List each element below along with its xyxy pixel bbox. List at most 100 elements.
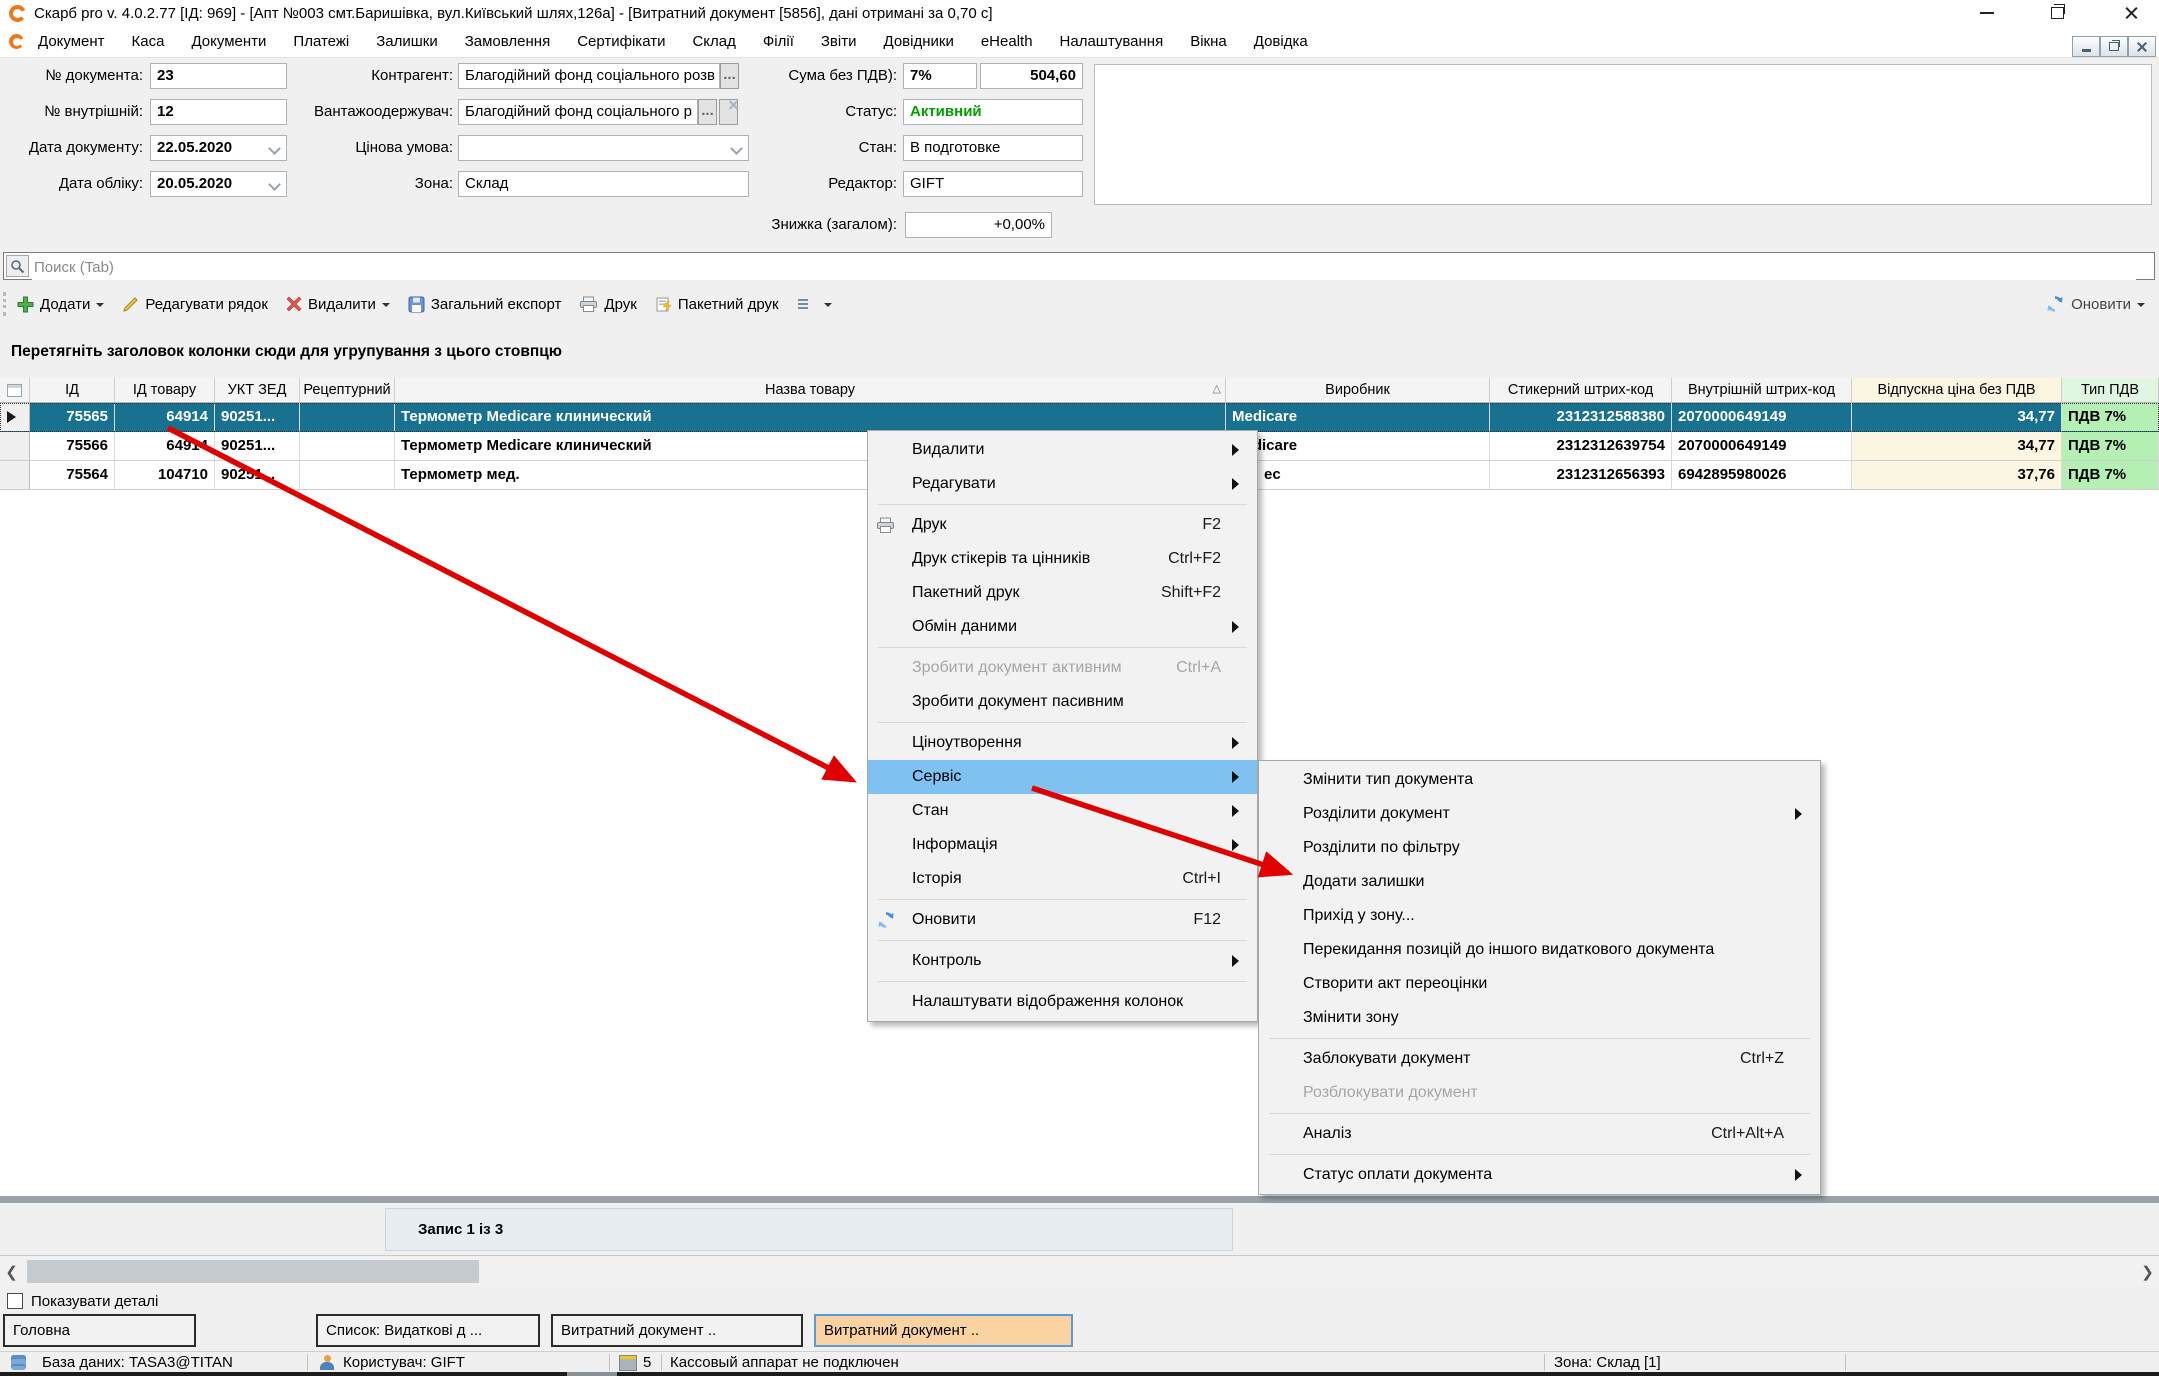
context-menu-item-12[interactable]: Ціноутворення: [868, 726, 1257, 760]
menubar-item-5[interactable]: Залишки: [376, 33, 438, 50]
submenu-item-13[interactable]: АналізCtrl+Alt+A: [1259, 1117, 1820, 1151]
internal-number-field[interactable]: 12: [150, 99, 287, 125]
submenu-item-4[interactable]: Додати залишки: [1259, 865, 1820, 899]
minimize-button[interactable]: [1972, 0, 2002, 26]
show-details-checkbox[interactable]: [7, 1293, 23, 1309]
toolbar-grip[interactable]: [3, 292, 9, 316]
column-header-9[interactable]: Відпускна ціна без ПДВ: [1852, 378, 2062, 403]
mdi-close-button[interactable]: [2128, 36, 2156, 57]
consignee-field[interactable]: Благодійний фонд соціального р: [458, 99, 698, 125]
tab-3[interactable]: Витратний документ ..: [551, 1314, 803, 1347]
delete-button[interactable]: Видалити: [286, 296, 390, 313]
context-menu-item-15[interactable]: Інформація: [868, 828, 1257, 862]
context-menu-separator: [878, 940, 1247, 941]
table-row-1[interactable]: 755656491490251...Термометр Medicare кли…: [0, 403, 2159, 432]
print-button[interactable]: Друк: [579, 296, 636, 313]
menubar-item-11[interactable]: Довідники: [884, 33, 954, 50]
scroll-left-arrow[interactable]: ❮: [0, 1257, 23, 1286]
discount-field[interactable]: +0,00%: [905, 212, 1052, 238]
scrollbar-thumb[interactable]: [27, 1260, 479, 1283]
menubar-item-3[interactable]: Документи: [191, 33, 266, 50]
search-input[interactable]: [32, 254, 2136, 280]
submenu-item-15[interactable]: Статус оплати документа: [1259, 1158, 1820, 1192]
column-header-5[interactable]: Назва товару△: [395, 378, 1226, 403]
submenu-item-7[interactable]: Створити акт переоцінки: [1259, 967, 1820, 1001]
list-options-button[interactable]: [797, 297, 832, 311]
column-header-1[interactable]: ІД: [30, 378, 115, 403]
column-header-7[interactable]: Стикерний штрих-код: [1490, 378, 1672, 403]
batch-print-button[interactable]: Пакетний друк: [655, 296, 779, 313]
restore-button[interactable]: [2042, 0, 2072, 26]
cell-name: Термометр Medicare клинический: [395, 403, 1226, 432]
menubar-item-15[interactable]: Довідка: [1254, 33, 1308, 50]
context-menu-item-4[interactable]: ДрукF2: [868, 508, 1257, 542]
column-header-4[interactable]: Рецептурний: [300, 378, 395, 403]
doc-date-field[interactable]: 22.05.2020: [150, 135, 287, 161]
context-menu-item-18[interactable]: ОновитиF12: [868, 903, 1257, 937]
column-header-2[interactable]: ІД товару: [115, 378, 215, 403]
menubar-item-2[interactable]: Каса: [132, 33, 165, 50]
menubar-item-13[interactable]: Налаштування: [1060, 33, 1164, 50]
context-menu-item-16[interactable]: ІсторіяCtrl+I: [868, 862, 1257, 896]
contractor-field[interactable]: Благодійний фонд соціального розв: [458, 63, 720, 89]
tab-4[interactable]: Витратний документ ..: [814, 1314, 1073, 1347]
submenu-separator: [1269, 1038, 1810, 1039]
chevron-down-icon[interactable]: [268, 142, 281, 155]
context-menu-separator: [878, 981, 1247, 982]
submenu-item-10[interactable]: Заблокувати документCtrl+Z: [1259, 1042, 1820, 1076]
submenu-item-1[interactable]: Змінити тип документа: [1259, 763, 1820, 797]
export-icon: [408, 296, 425, 313]
menubar-item-9[interactable]: Філії: [763, 33, 794, 50]
search-icon[interactable]: [6, 255, 29, 277]
column-header-8[interactable]: Внутрішній штрих-код: [1672, 378, 1852, 403]
menubar-item-12[interactable]: eHealth: [981, 33, 1033, 50]
mdi-restore-button[interactable]: [2100, 36, 2128, 57]
export-button[interactable]: Загальний експорт: [408, 296, 562, 313]
submenu-item-2[interactable]: Розділити документ: [1259, 797, 1820, 831]
menubar-item-4[interactable]: Платежі: [293, 33, 349, 50]
edit-row-button[interactable]: Редагувати рядок: [122, 296, 268, 313]
submenu-arrow-icon: [1232, 771, 1245, 783]
menubar-item-7[interactable]: Сертифікати: [577, 33, 665, 50]
context-menu-item-2[interactable]: Редагувати: [868, 467, 1257, 501]
cell-internal_barcode: 2070000649149: [1672, 432, 1852, 461]
chevron-down-icon[interactable]: [268, 178, 281, 191]
panel-splitter[interactable]: [0, 1196, 2159, 1203]
column-header-3[interactable]: УКТ ЗЕД: [215, 378, 300, 403]
context-menu-item-10[interactable]: Зробити документ пасивним: [868, 685, 1257, 719]
column-header-indicator[interactable]: [0, 378, 30, 403]
context-menu-item-14[interactable]: Стан: [868, 794, 1257, 828]
column-header-10[interactable]: Тип ПДВ: [2062, 378, 2159, 403]
cell-internal_barcode: 6942895980026: [1672, 461, 1852, 490]
mdi-minimize-button[interactable]: [2072, 36, 2100, 57]
submenu-item-3[interactable]: Розділити по фільтру: [1259, 831, 1820, 865]
menubar-item-10[interactable]: Звіти: [821, 33, 857, 50]
context-menu-item-1[interactable]: Видалити: [868, 433, 1257, 467]
column-header-6[interactable]: Виробник: [1226, 378, 1490, 403]
close-button[interactable]: [2116, 0, 2146, 26]
tab-2[interactable]: Список: Видаткові д ...: [316, 1314, 540, 1347]
context-menu-item-5[interactable]: Друк стікерів та цінниківCtrl+F2: [868, 542, 1257, 576]
submenu-item-5[interactable]: Прихід у зону...: [1259, 899, 1820, 933]
refresh-button[interactable]: Оновити: [2045, 287, 2145, 321]
context-menu-item-6[interactable]: Пакетний друкShift+F2: [868, 576, 1257, 610]
menubar-item-8[interactable]: Склад: [692, 33, 735, 50]
context-menu-item-13[interactable]: Сервіс: [868, 760, 1257, 794]
context-menu-item-7[interactable]: Обмін даними: [868, 610, 1257, 644]
submenu-item-6[interactable]: Перекидання позицій до іншого видатковог…: [1259, 933, 1820, 967]
account-date-field[interactable]: 20.05.2020: [150, 171, 287, 197]
horizontal-scrollbar: ❮ ❯: [0, 1257, 2159, 1286]
context-menu-item-22[interactable]: Налаштувати відображення колонок: [868, 985, 1257, 1019]
menubar-item-1[interactable]: Документ: [38, 33, 105, 50]
submenu-item-8[interactable]: Змінити зону: [1259, 1001, 1820, 1035]
context-menu-item-20[interactable]: Контроль: [868, 944, 1257, 978]
bottom-edge-chip: [567, 1372, 617, 1376]
add-button[interactable]: Додати: [17, 296, 104, 313]
menubar-item-6[interactable]: Замовлення: [465, 33, 550, 50]
scroll-right-arrow[interactable]: ❯: [2136, 1257, 2159, 1286]
price-condition-label: Цінова умова:: [280, 135, 453, 161]
menubar-item-14[interactable]: Вікна: [1190, 33, 1227, 50]
notes-panel[interactable]: [1094, 64, 2152, 205]
tab-1[interactable]: Головна: [3, 1314, 196, 1347]
doc-number-field[interactable]: 23: [150, 63, 287, 89]
